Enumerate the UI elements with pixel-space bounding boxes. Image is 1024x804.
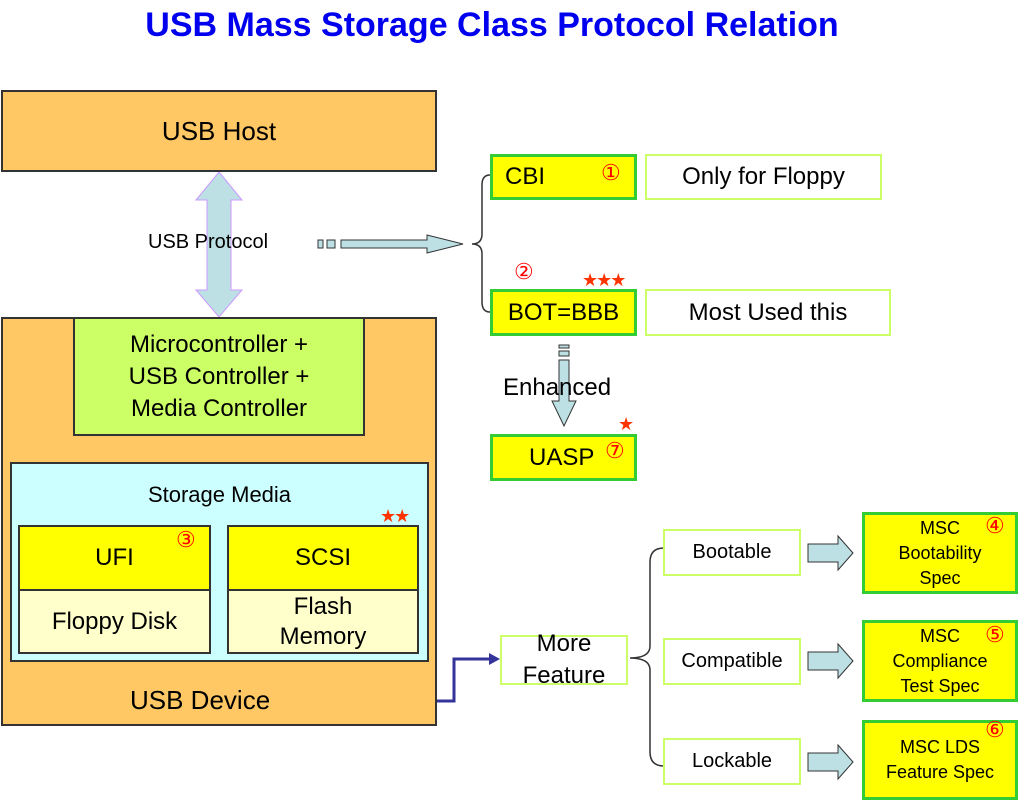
- feature-bootable-box: Bootable: [663, 529, 801, 576]
- bot-stars: ★★★: [582, 270, 626, 290]
- spec-line: MSC LDS: [899, 737, 980, 757]
- bot-box: BOT=BBB: [490, 289, 637, 336]
- bot-note-box: Most Used this: [645, 289, 891, 336]
- cbi-note: Only for Floppy: [682, 163, 845, 190]
- features-brace: [629, 547, 665, 767]
- bot-note: Most Used this: [688, 298, 848, 326]
- uasp-stars: ★: [618, 414, 634, 434]
- cbi-label: CBI: [505, 163, 546, 190]
- floppy-disk-label: Floppy Disk: [51, 607, 178, 635]
- cbi-badge-1: ①: [601, 161, 621, 186]
- transport-brace: [471, 174, 491, 313]
- controller-box: Microcontroller + USB Controller + Media…: [73, 317, 365, 436]
- arrow-tail-dot-1: [317, 239, 324, 249]
- controller-line: Media Controller: [130, 394, 308, 422]
- controller-line: USB Controller +: [128, 362, 310, 390]
- feature-lockable-label: Lockable: [691, 750, 773, 772]
- ufi-label: UFI: [95, 544, 134, 571]
- scsi-label: SCSI: [294, 544, 351, 571]
- usb-host-label: USB Host: [161, 115, 277, 146]
- spec-line: MSC: [920, 517, 960, 538]
- spec-line: MSC: [920, 625, 960, 646]
- protocol-right-arrow: [340, 234, 464, 254]
- flash-memory-line: Flash: [293, 592, 353, 620]
- feature-compatible-label: Compatible: [681, 650, 783, 672]
- scsi-stars: ★★: [380, 506, 410, 526]
- more-feature-box: More Feature: [500, 630, 628, 689]
- spec-line: Test Spec: [900, 675, 980, 696]
- lockable-arrow: [807, 743, 854, 781]
- uasp-badge-7: ⑦: [605, 439, 625, 464]
- feature-lockable-box: Lockable: [663, 738, 801, 785]
- enhanced-label: Enhanced: [503, 374, 612, 401]
- spec-line: Compliance: [892, 650, 988, 671]
- spec-line: Spec: [919, 567, 961, 588]
- ufi-badge-3: ③: [176, 528, 196, 553]
- scsi-box: SCSI: [227, 525, 419, 591]
- more-feature-line: More: [536, 630, 592, 657]
- spec-badge-5: ⑤: [985, 623, 1005, 648]
- bootable-arrow: [807, 534, 854, 572]
- spec-badge-4: ④: [985, 514, 1005, 539]
- compatible-arrow: [807, 642, 854, 680]
- usb-device-label: USB Device: [130, 685, 271, 715]
- flash-memory-line: Memory: [279, 622, 367, 650]
- spec-line: Bootability: [898, 542, 982, 563]
- flash-memory-box: Flash Memory: [227, 589, 419, 654]
- arrow-tail-dot-2: [326, 239, 336, 249]
- controller-line: Microcontroller +: [129, 330, 309, 358]
- bot-badge-2: ②: [514, 260, 534, 285]
- connector-arrowhead: [489, 653, 500, 665]
- enhanced-arrow-tail-2: [558, 350, 570, 357]
- floppy-disk-box: Floppy Disk: [18, 589, 211, 654]
- usb-host-box: USB Host: [1, 90, 437, 172]
- spec-line: Feature Spec: [885, 762, 995, 782]
- uasp-label: UASP: [529, 444, 595, 471]
- feature-compatible-box: Compatible: [663, 638, 801, 685]
- more-feature-line: Feature: [522, 662, 606, 689]
- storage-media-label: Storage Media: [147, 482, 292, 507]
- cbi-note-box: Only for Floppy: [645, 154, 882, 200]
- usb-protocol-label: USB Protocol: [148, 231, 269, 253]
- feature-bootable-label: Bootable: [692, 541, 772, 563]
- enhanced-arrow-tail-1: [558, 344, 570, 349]
- spec-badge-6: ⑥: [985, 718, 1005, 743]
- bot-label: BOT=BBB: [507, 298, 620, 326]
